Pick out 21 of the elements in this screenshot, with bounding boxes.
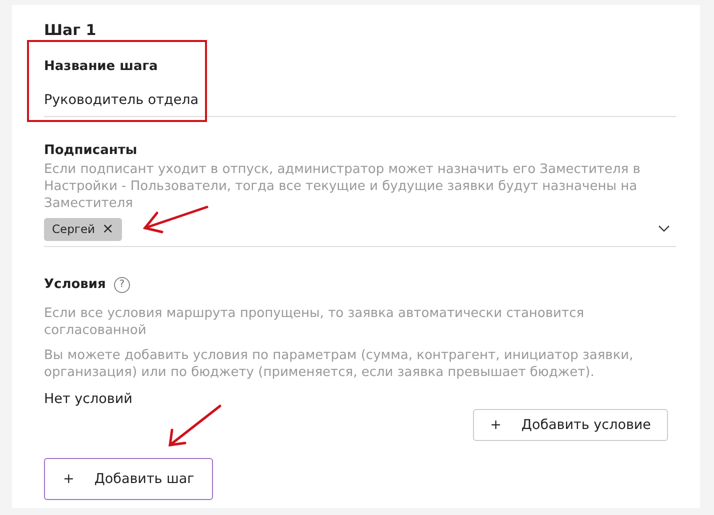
step-title: Шаг 1 xyxy=(44,20,98,41)
input-field[interactable]: Руководитель отдела xyxy=(44,76,676,118)
hint-text: Если подписант уходит в отпуск, администратор может назначить его Заместителя в Настройки - Пользователи, тогда все текущие и будущие заявки будут назначены на Заместителя xyxy=(44,160,642,212)
chevron-icon[interactable] xyxy=(658,225,670,234)
hint-text: Вы можете добавить условия по параметрам (сумма, контрагент, инициатор заявки, организация) или по бюджету (применяется, если заявка превышает бюджет). xyxy=(44,346,634,380)
section-label: Условия xyxy=(44,276,106,294)
chip-label: Сергей xyxy=(52,220,95,238)
add-condition-button[interactable]: + Добавить условие xyxy=(473,408,668,441)
close-icon[interactable]: × xyxy=(102,222,114,236)
plus-icon: + xyxy=(490,414,502,435)
chip[interactable]: Сергей × xyxy=(44,218,122,241)
field-label: Подписанты xyxy=(44,142,138,160)
hint-text: Если все условия маршрута пропущены, то заявка автоматически становится согласованной xyxy=(44,304,586,338)
field-label: Название шага xyxy=(44,58,159,76)
arrow xyxy=(142,206,208,234)
select-field[interactable]: Сергей × xyxy=(44,212,676,247)
empty-text: Нет условий xyxy=(44,390,134,408)
add-step-button[interactable]: + Добавить шаг xyxy=(44,458,214,500)
plus-icon: + xyxy=(63,469,74,490)
arrow xyxy=(168,404,222,446)
help-icon[interactable]: ? xyxy=(114,276,130,293)
